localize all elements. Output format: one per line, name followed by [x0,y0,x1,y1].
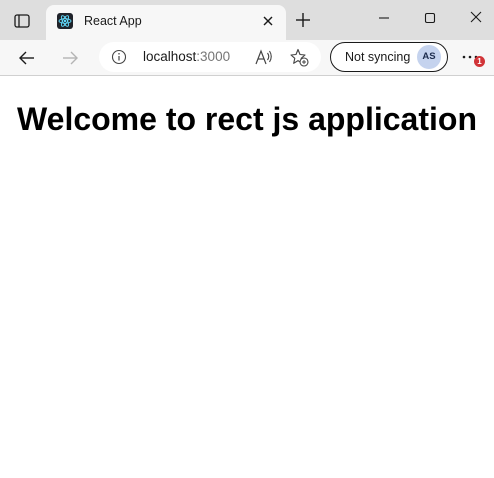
sync-status-label: Not syncing [345,50,411,64]
browser-window: React App localhost:3000 Not syncing AS … [0,0,494,478]
page-content: Welcome to rect js application [0,76,494,478]
tab-actions-icon[interactable] [12,11,32,31]
notification-badge: 1 [474,56,485,67]
address-bar[interactable]: localhost:3000 [99,42,321,72]
tab-react-app[interactable]: React App [46,5,286,40]
read-aloud-icon[interactable] [255,49,273,66]
avatar: AS [417,45,441,69]
url-host: localhost [143,49,197,64]
tab-strip: React App [0,0,494,40]
close-window-icon[interactable] [464,8,488,28]
tab-title: React App [84,14,142,28]
plus-icon[interactable] [294,11,312,29]
star-add-icon[interactable] [290,48,309,67]
close-tab-icon[interactable] [260,13,276,29]
arrow-left-icon[interactable] [17,48,37,68]
url-port: :3000 [196,49,231,64]
minimize-icon[interactable] [372,8,396,28]
profile-sync-button[interactable]: Not syncing AS [330,42,448,72]
react-logo-icon [57,13,73,29]
arrow-right-icon[interactable] [60,48,80,68]
browser-toolbar: localhost:3000 Not syncing AS 1 [0,40,494,76]
url-text[interactable]: localhost:3000 [143,49,230,65]
maximize-icon[interactable] [418,8,442,28]
ellipsis-icon[interactable]: 1 [462,48,485,68]
info-icon[interactable] [111,49,127,65]
page-title: Welcome to rect js application [17,101,477,137]
